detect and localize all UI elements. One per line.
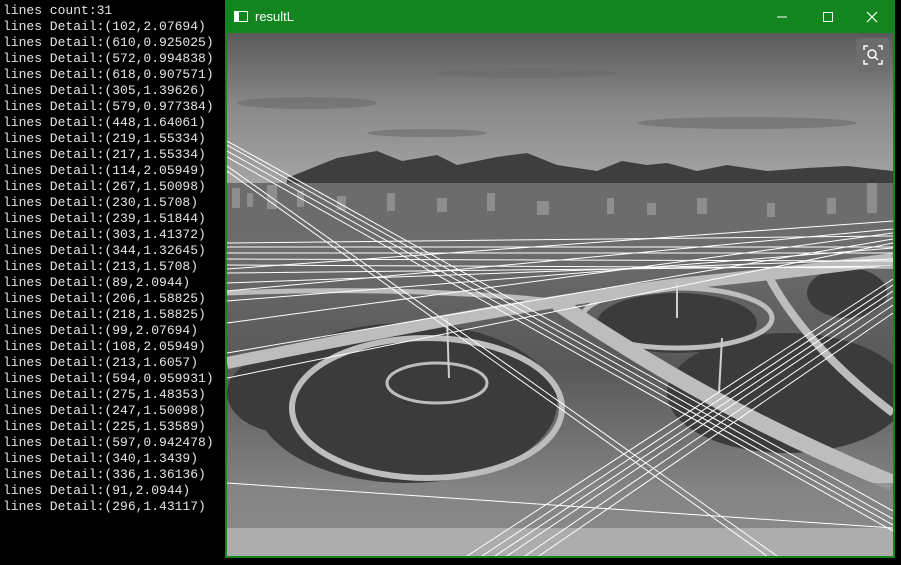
- console-line-detail: lines Detail:(218,1.58825): [3, 307, 206, 322]
- console-line-detail: lines Detail:(579,0.977384): [3, 99, 214, 114]
- close-button[interactable]: [849, 0, 895, 33]
- console-line-detail: lines Detail:(267,1.50098): [3, 179, 206, 194]
- hough-lines-scene: [227, 33, 893, 556]
- window-title: resultL: [255, 9, 295, 24]
- close-icon: [866, 11, 878, 23]
- console-lines: lines count:31 lines Detail:(102,2.07694)…: [3, 3, 214, 515]
- console-line-detail: lines Detail:(336,1.36136): [3, 467, 206, 482]
- console-line-detail: lines Detail:(305,1.39626): [3, 83, 206, 98]
- console-line-detail: lines Detail:(572,0.994838): [3, 51, 214, 66]
- console-output: lines count:31 lines Detail:(102,2.07694)…: [0, 0, 226, 565]
- maximize-icon: [823, 12, 833, 22]
- console-line-detail: lines Detail:(340,1.3439): [3, 451, 199, 466]
- console-line-detail: lines Detail:(344,1.32645): [3, 243, 206, 258]
- console-line-detail: lines Detail:(91,2.0944): [3, 483, 191, 498]
- console-line-detail: lines Detail:(618,0.907571): [3, 67, 214, 82]
- console-line-detail: lines Detail:(225,1.53589): [3, 419, 206, 434]
- console-line-detail: lines Detail:(247,1.50098): [3, 403, 206, 418]
- console-line-count: lines count:31: [3, 3, 113, 18]
- console-line-detail: lines Detail:(114,2.05949): [3, 163, 206, 178]
- console-line-detail: lines Detail:(102,2.07694): [3, 19, 206, 34]
- console-line-detail: lines Detail:(448,1.64061): [3, 115, 206, 130]
- console-line-detail: lines Detail:(239,1.51844): [3, 211, 206, 226]
- console-line-detail: lines Detail:(206,1.58825): [3, 291, 206, 306]
- console-line-detail: lines Detail:(610,0.925025): [3, 35, 214, 50]
- image-window[interactable]: resultL: [225, 0, 895, 558]
- maximize-button[interactable]: [805, 0, 851, 33]
- console-line-detail: lines Detail:(213,1.5708): [3, 259, 199, 274]
- console-line-detail: lines Detail:(217,1.55334): [3, 147, 206, 162]
- console-line-detail: lines Detail:(99,2.07694): [3, 323, 199, 338]
- result-image[interactable]: [227, 33, 893, 556]
- minimize-button[interactable]: [759, 0, 805, 33]
- console-line-detail: lines Detail:(108,2.05949): [3, 339, 206, 354]
- console-line-detail: lines Detail:(597,0.942478): [3, 435, 214, 450]
- zoom-button[interactable]: [856, 38, 890, 72]
- console-line-detail: lines Detail:(275,1.48353): [3, 387, 206, 402]
- minimize-icon: [777, 16, 787, 18]
- app-window-icon: [234, 11, 248, 22]
- console-line-detail: lines Detail:(594,0.959931): [3, 371, 214, 386]
- title-bar[interactable]: resultL: [225, 0, 895, 33]
- console-line-detail: lines Detail:(219,1.55334): [3, 131, 206, 146]
- console-line-detail: lines Detail:(296,1.43117): [3, 499, 206, 514]
- console-line-detail: lines Detail:(89,2.0944): [3, 275, 191, 290]
- console-line-detail: lines Detail:(230,1.5708): [3, 195, 199, 210]
- console-line-detail: lines Detail:(213,1.6057): [3, 355, 199, 370]
- console-line-detail: lines Detail:(303,1.41372): [3, 227, 206, 242]
- zoom-search-icon: [863, 45, 883, 65]
